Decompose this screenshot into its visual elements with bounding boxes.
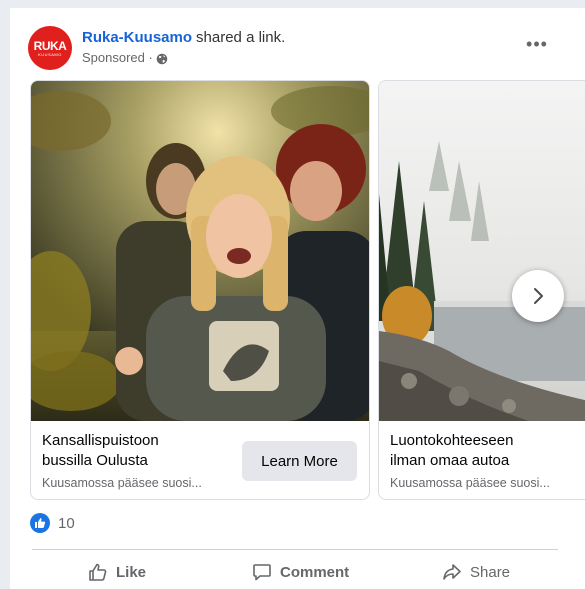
carousel-item-1[interactable]: Kansallispuistoon bussilla Oulusta Kuusa… xyxy=(30,80,370,500)
more-options-button[interactable]: ••• xyxy=(522,34,552,58)
title-line-2: bussilla Oulusta xyxy=(42,452,148,469)
link-carousel: Kansallispuistoon bussilla Oulusta Kuusa… xyxy=(30,80,585,500)
globe-icon xyxy=(156,52,168,64)
more-icon: ••• xyxy=(526,34,548,54)
page-name-link[interactable]: Ruka-Kuusamo xyxy=(82,29,192,46)
like-reaction-icon xyxy=(30,513,50,533)
carousel-photo-hikers[interactable] xyxy=(31,81,369,421)
post-header: Ruka-Kuusamo shared a link. xyxy=(82,28,285,47)
thumbs-up-icon xyxy=(89,563,107,581)
post-action-bar: Like Comment Share xyxy=(30,556,560,589)
share-label: Share xyxy=(470,563,511,581)
title-line-1: Luontokohteeseen xyxy=(390,432,514,449)
reaction-summary[interactable]: 10 xyxy=(30,513,75,533)
carousel-item-1-title[interactable]: Kansallispuistoon bussilla Oulusta xyxy=(42,431,159,471)
title-line-2: ilman omaa autoa xyxy=(390,452,510,469)
carousel-item-1-subtitle: Kuusamossa pääsee suosi... xyxy=(42,476,202,490)
comment-button[interactable]: Comment xyxy=(252,556,349,588)
chevron-right-icon xyxy=(534,288,543,304)
comment-label: Comment xyxy=(280,563,350,581)
post-action-text: shared a link. xyxy=(196,29,286,46)
share-button[interactable]: Share xyxy=(442,556,510,588)
comment-icon xyxy=(253,564,271,581)
carousel-item-2-subtitle: Kuusamossa pääsee suosi... xyxy=(390,476,550,490)
page-avatar[interactable]: RUKA KUUSAMO xyxy=(28,26,72,70)
carousel-item-2-title[interactable]: Luontokohteeseen ilman omaa autoa xyxy=(390,431,513,471)
action-divider xyxy=(32,549,558,550)
share-icon xyxy=(443,564,461,580)
learn-more-button[interactable]: Learn More xyxy=(242,441,357,481)
sponsored-line: Sponsored · xyxy=(82,49,168,66)
title-line-1: Kansallispuistoon xyxy=(42,432,159,449)
carousel-photo-lake[interactable] xyxy=(379,81,585,421)
post-card: RUKA KUUSAMO Ruka-Kuusamo shared a link. … xyxy=(10,8,585,589)
avatar-logo-subtext: KUUSAMO xyxy=(38,51,62,57)
sponsored-label[interactable]: Sponsored · xyxy=(82,49,153,66)
reaction-count: 10 xyxy=(58,514,75,532)
like-label: Like xyxy=(116,563,147,581)
like-button[interactable]: Like xyxy=(88,556,146,588)
carousel-next-button[interactable] xyxy=(512,270,564,322)
avatar-logo-text: RUKA xyxy=(33,38,67,53)
